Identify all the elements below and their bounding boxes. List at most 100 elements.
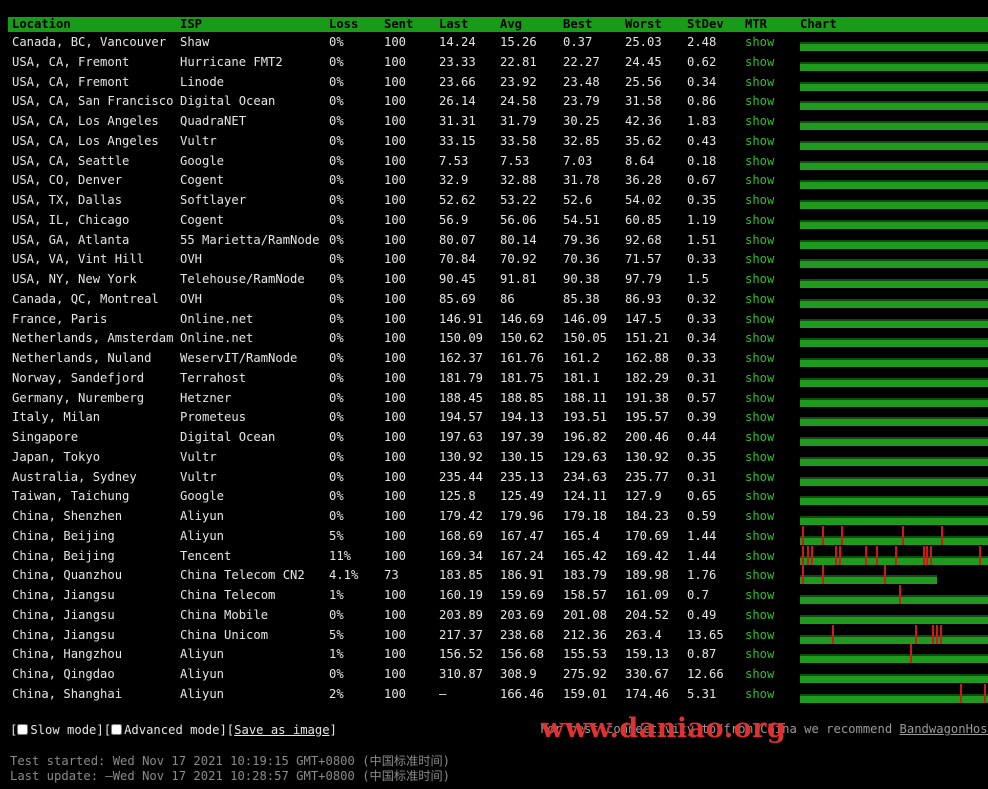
cell-last: 85.69 [439,291,476,306]
cell-loss: 0% [329,193,344,207]
mtr-show-link[interactable]: show [745,527,774,547]
cell-sent: 100 [384,252,407,267]
mtr-show-link[interactable]: show [745,665,774,685]
latency-chart [800,121,988,130]
mtr-show-link[interactable]: show [745,171,774,191]
cell-stdev: 1.44 [687,528,717,543]
cell-last: 23.66 [439,74,476,89]
mtr-show-link[interactable]: show [745,33,774,53]
mtr-show-link[interactable]: show [745,270,774,290]
cell-stdev: 0.31 [687,370,717,385]
table-row: Canada, QC, Montreal OVH 0% 100 85.69 86 85.38… [8,289,988,309]
mtr-show-link[interactable]: show [745,152,774,172]
cell-sent: 100 [384,588,407,602]
mtr-show-link[interactable]: show [745,428,774,448]
mtr-show-link[interactable]: show [745,566,774,586]
mtr-show-link[interactable]: show [745,685,774,705]
table-row: USA, CO, Denver Cogent 0% 100 32.9 32.88 31.78… [8,170,988,190]
mtr-show-link[interactable]: show [745,468,774,488]
cell-worst: 24.45 [625,54,662,69]
last-update-text: Last update: —Wed Nov 17 2021 10:28:57 G… [10,769,450,783]
mtr-show-link[interactable]: show [745,290,774,310]
mtr-show-link[interactable]: show [745,73,774,93]
latency-jitter [800,575,937,578]
bandwagonhost-link[interactable]: BandwagonHost [900,722,988,736]
cell-avg: 161.76 [500,351,545,365]
mtr-show-link[interactable]: show [745,211,774,231]
latency-bar [800,123,988,130]
slow-mode-label[interactable]: Slow mode [30,723,96,737]
mtr-show-link[interactable]: show [745,626,774,646]
mtr-show-link[interactable]: show [745,389,774,409]
cell-isp: OVH [180,291,203,306]
latency-bar [800,577,937,585]
cell-best: 52.6 [563,193,593,207]
packet-loss-mark [876,545,878,565]
mtr-show-link[interactable]: show [745,112,774,132]
cell-loss: 0% [329,74,344,89]
mtr-show-link[interactable]: show [745,606,774,626]
packet-loss-mark [923,545,925,565]
mtr-show-link[interactable]: show [745,329,774,349]
cell-location: China, Shanghai [12,686,123,701]
latency-chart [800,101,988,111]
table-row: USA, CA, San Francisco Digital Ocean 0% 100… [8,91,988,111]
cell-worst: 147.5 [625,311,662,326]
cell-last: 90.45 [439,272,476,286]
packet-loss-mark [884,565,886,585]
mtr-show-link[interactable]: show [745,132,774,152]
cell-isp: Digital Ocean [180,430,276,444]
cell-sent: 100 [384,686,407,701]
cell-location: USA, CA, Seattle [12,153,130,168]
mtr-show-link[interactable]: show [745,310,774,330]
mtr-show-link[interactable]: show [745,53,774,73]
latency-jitter [800,693,988,696]
cell-stdev: 0.65 [687,489,717,504]
latency-jitter [800,81,988,84]
cell-location: USA, CA, Los Angeles [12,114,159,128]
latency-jitter [800,180,988,183]
cell-best: 158.57 [563,588,608,602]
cell-avg: 179.96 [500,509,545,523]
mtr-show-link[interactable]: show [745,547,774,567]
mtr-show-link[interactable]: show [745,231,774,251]
mtr-show-link[interactable]: show [745,191,774,211]
mtr-show-link[interactable]: show [745,369,774,389]
latency-chart [800,160,988,170]
latency-jitter [800,397,988,400]
mtr-show-link[interactable]: show [745,487,774,507]
slow-mode-checkbox[interactable] [17,724,29,735]
packet-loss-mark [835,545,837,565]
cell-avg: 186.91 [500,568,545,583]
cell-loss: 5% [329,528,344,543]
cell-location: China, Jiangsu [12,588,115,602]
cell-best: 234.63 [563,469,608,484]
mtr-show-link[interactable]: show [745,645,774,665]
packet-loss-mark [940,624,942,644]
latency-chart [800,81,988,91]
mtr-show-link[interactable]: show [745,586,774,606]
latency-bar [800,300,988,308]
mtr-show-link[interactable]: show [745,448,774,468]
mtr-show-link[interactable]: show [745,408,774,428]
packet-loss-mark [865,545,867,565]
advanced-mode-checkbox[interactable] [111,724,123,735]
header-stdev: StDev [687,17,724,31]
cell-avg: 146.69 [500,311,545,326]
cell-worst: 195.57 [625,410,670,425]
cell-isp: China Unicom [180,627,269,642]
packet-loss-mark [811,545,813,565]
latency-jitter [800,654,988,657]
cell-sent: 100 [384,449,407,464]
cell-last: 168.69 [439,528,484,543]
mtr-show-link[interactable]: show [745,349,774,369]
header-location: Location [12,17,71,31]
advanced-mode-label[interactable]: Advanced mode [124,723,219,737]
mtr-show-link[interactable]: show [745,250,774,270]
cell-isp: Shaw [180,35,210,49]
mtr-show-link[interactable]: show [745,92,774,112]
save-as-image-link[interactable]: Save as image [234,723,329,737]
mtr-show-link[interactable]: show [745,507,774,527]
latency-bar [800,379,988,387]
cell-loss: 0% [329,212,344,227]
